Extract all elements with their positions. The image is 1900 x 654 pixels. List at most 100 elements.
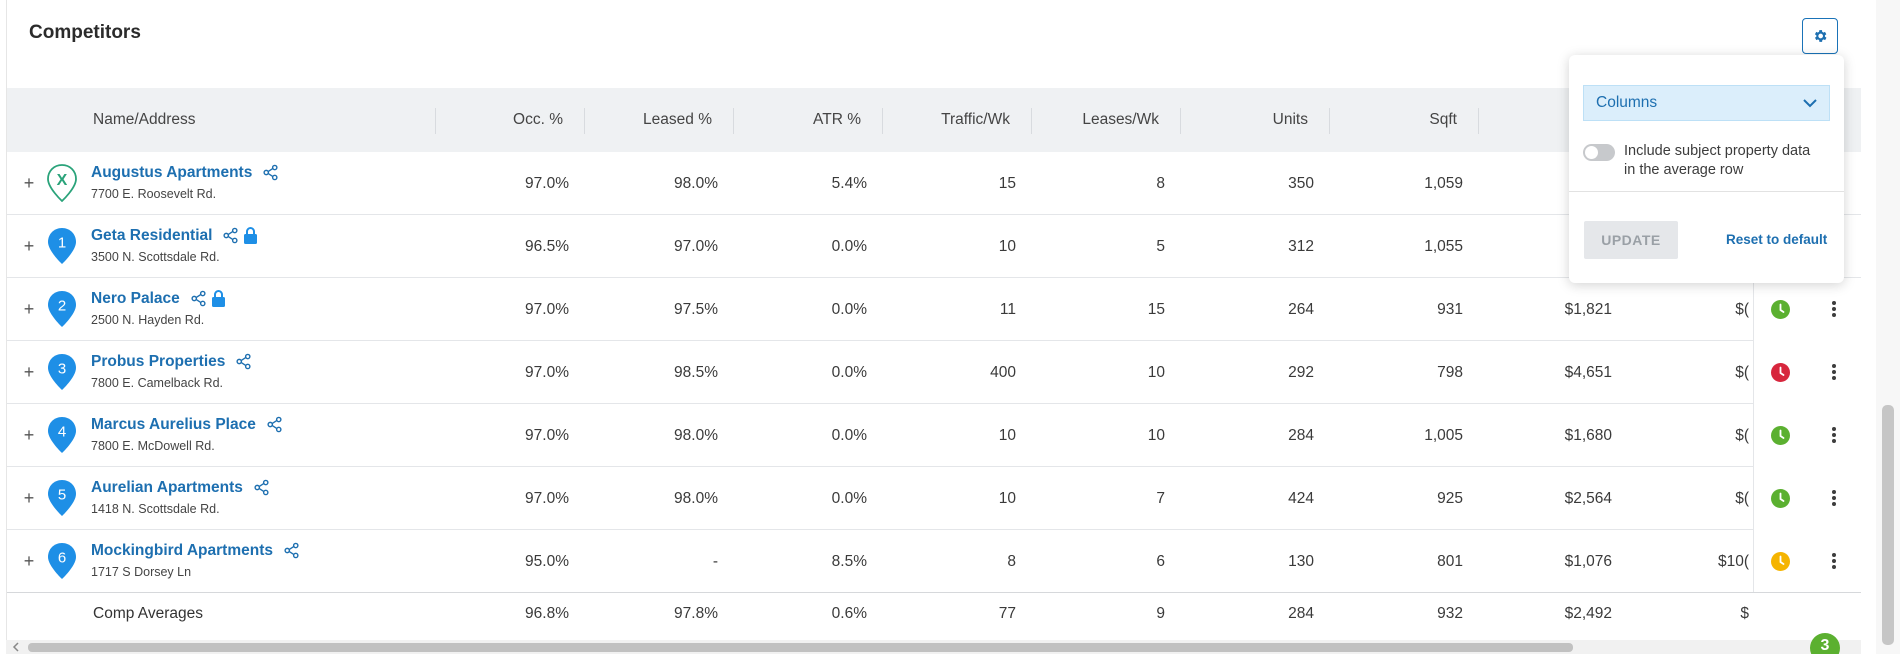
cell-extra: $( (1735, 427, 1749, 444)
settings-button[interactable] (1802, 18, 1838, 54)
property-name-link[interactable]: Aurelian Apartments (91, 479, 243, 497)
column-header-atr[interactable]: ATR % (733, 88, 861, 152)
map-pin-icon: 1 (48, 228, 76, 264)
cell-extra: $( (1735, 490, 1749, 507)
table-row[interactable]: +6 Mockingbird Apartments 1717 S Dorsey Ln… (7, 530, 1861, 593)
cell-atr: 5.4% (831, 175, 867, 192)
property-name-link[interactable]: Probus Properties (91, 353, 225, 371)
row-menu-button[interactable] (1831, 551, 1837, 571)
row-menu-button[interactable] (1831, 425, 1837, 445)
vertical-scrollbar[interactable] (1876, 0, 1900, 654)
cell-traffic: 10 (998, 427, 1016, 444)
property-name-link[interactable]: Nero Palace (91, 290, 180, 308)
cell-atr: 0.0% (831, 427, 867, 444)
chevron-down-icon (1803, 99, 1817, 108)
expand-row-button[interactable]: + (21, 467, 37, 530)
cell-atr: 8.5% (831, 553, 867, 570)
expand-row-button[interactable]: + (21, 278, 37, 341)
clock-hands (1779, 429, 1785, 439)
property-address: 1418 N. Scottsdale Rd. (91, 502, 220, 517)
column-header-leased[interactable]: Leased % (584, 88, 712, 152)
vertical-scroll-thumb[interactable] (1882, 405, 1894, 645)
share-icon[interactable] (262, 164, 279, 181)
cell-traffic: 400 (990, 364, 1016, 381)
cell-traffic: 15 (998, 175, 1016, 192)
cell-leased: 97.5% (674, 301, 718, 318)
property-name-cell: Mockingbird Apartments 1717 S Dorsey Ln (91, 542, 300, 579)
cell-extra: $( (1735, 364, 1749, 381)
cell-units: 284 (1288, 427, 1314, 444)
clock-hands (1779, 366, 1785, 376)
expand-row-button[interactable]: + (21, 530, 37, 593)
property-name-link[interactable]: Augustus Apartments (91, 164, 252, 182)
cell-rent: $1,680 (1564, 427, 1612, 444)
property-address: 7700 E. Roosevelt Rd. (91, 187, 217, 202)
property-icons (186, 290, 226, 308)
expand-row-button[interactable]: + (21, 341, 37, 404)
cell-leased: - (712, 553, 718, 570)
cell-leased: 98.5% (674, 364, 718, 381)
column-header-units[interactable]: Units (1180, 88, 1308, 152)
averages-label: Comp Averages (93, 605, 203, 622)
columns-select-label: Columns (1596, 94, 1658, 111)
clock-hands (1779, 555, 1785, 565)
gear-icon (1814, 30, 1827, 42)
property-address: 7800 E. Camelback Rd. (91, 376, 224, 391)
avg-extra: $ (1740, 605, 1749, 622)
row-menu-button[interactable] (1831, 488, 1837, 508)
cell-sqft: 1,055 (1424, 238, 1463, 255)
horizontal-scroll-thumb[interactable] (28, 643, 1573, 652)
property-icons (231, 353, 252, 371)
avg-sqft: 932 (1437, 605, 1463, 622)
app-root: Competitors Name/Address Occ. % Leased %… (0, 0, 1900, 654)
cell-units: 292 (1288, 364, 1314, 381)
property-name-link[interactable]: Marcus Aurelius Place (91, 416, 256, 434)
panel-title: Competitors (29, 22, 141, 43)
share-icon[interactable] (253, 479, 270, 496)
cell-sqft: 1,005 (1424, 427, 1463, 444)
avg-leased: 97.8% (674, 605, 718, 622)
column-header-name[interactable]: Name/Address (93, 88, 196, 152)
cell-leases: 10 (1147, 364, 1165, 381)
expand-row-button[interactable]: + (21, 152, 37, 215)
row-menu-button[interactable] (1831, 362, 1837, 382)
share-icon[interactable] (266, 416, 283, 433)
horizontal-scrollbar[interactable] (6, 640, 1861, 654)
cell-occ: 97.0% (525, 301, 569, 318)
cell-leases: 10 (1147, 427, 1165, 444)
column-header-occ[interactable]: Occ. % (435, 88, 563, 152)
table-row[interactable]: +5 Aurelian Apartments 1418 N. Scottsdale … (7, 467, 1861, 530)
update-button[interactable]: UPDATE (1584, 221, 1678, 259)
cell-rent: $1,076 (1564, 553, 1612, 570)
cell-leased: 97.0% (674, 238, 718, 255)
avg-leases: 9 (1156, 605, 1165, 622)
table-row[interactable]: +3 Probus Properties 7800 E. Camelback Rd.… (7, 341, 1861, 404)
table-row[interactable]: +2 Nero Palace 2500 N. Hayden Rd. 97.0% 97.5… (7, 278, 1861, 341)
share-icon[interactable] (283, 542, 300, 559)
table-row[interactable]: +4 Marcus Aurelius Place 7800 E. McDowell … (7, 404, 1861, 467)
property-name-link[interactable]: Geta Residential (91, 227, 212, 245)
share-icon[interactable] (235, 353, 252, 370)
cell-occ: 97.0% (525, 427, 569, 444)
cell-occ: 95.0% (525, 553, 569, 570)
cell-sqft: 1,059 (1424, 175, 1463, 192)
include-subject-toggle[interactable] (1583, 144, 1615, 161)
property-name-link[interactable]: Mockingbird Apartments (91, 542, 273, 560)
svg-text:6: 6 (58, 550, 66, 567)
reset-to-default-link[interactable]: Reset to default (1726, 232, 1827, 247)
scroll-left-icon[interactable] (12, 642, 20, 652)
cell-units: 424 (1288, 490, 1314, 507)
clock-hands (1779, 492, 1785, 502)
share-icon[interactable] (190, 290, 207, 307)
svg-text:4: 4 (58, 424, 66, 441)
row-menu-button[interactable] (1831, 299, 1837, 319)
column-header-sqft[interactable]: Sqft (1329, 88, 1457, 152)
svg-text:1: 1 (58, 235, 66, 252)
column-header-traffic[interactable]: Traffic/Wk (882, 88, 1010, 152)
cell-leases: 6 (1156, 553, 1165, 570)
columns-select[interactable]: Columns (1583, 85, 1830, 121)
column-header-leases[interactable]: Leases/Wk (1031, 88, 1159, 152)
expand-row-button[interactable]: + (21, 215, 37, 278)
share-icon[interactable] (222, 227, 239, 244)
expand-row-button[interactable]: + (21, 404, 37, 467)
